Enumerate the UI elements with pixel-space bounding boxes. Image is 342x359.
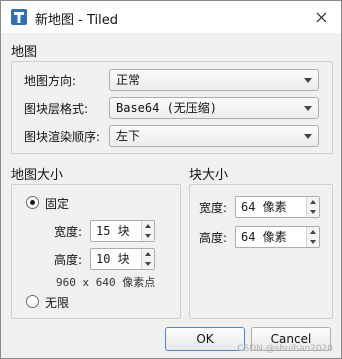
- tile-height-label: 高度:: [199, 231, 228, 245]
- render-order-label: 图块渲染顺序:: [24, 130, 101, 144]
- chevron-down-icon: [304, 134, 312, 139]
- orientation-value: 正常: [116, 73, 141, 87]
- orientation-label: 地图方向:: [24, 74, 77, 88]
- spin-buttons[interactable]: [306, 197, 319, 217]
- tile-width-spinbox[interactable]: 64 像素: [235, 196, 320, 218]
- radio-selected-dot: [30, 200, 35, 205]
- watermark: CSDN @shuibao2020: [237, 344, 333, 354]
- map-size-group: 固定 宽度: 15 块 高度: 10 块 960 x 640 像素点 无限: [11, 184, 181, 319]
- chevron-down-icon: [304, 106, 312, 111]
- spin-down-icon: [310, 240, 316, 244]
- tile-width-label: 宽度:: [199, 201, 228, 215]
- spin-down-icon: [310, 210, 316, 214]
- title-bar: 新地图 - Tiled: [1, 1, 341, 33]
- tiled-app-icon: [11, 9, 27, 25]
- tile-width-value: 64 像素: [241, 200, 287, 214]
- close-button[interactable]: [301, 1, 341, 33]
- chevron-down-icon: [304, 78, 312, 83]
- map-height-spinbox[interactable]: 10 块: [90, 248, 155, 270]
- spin-up-icon: [310, 230, 316, 234]
- orientation-select[interactable]: 正常: [109, 69, 319, 91]
- map-settings-group: 地图方向: 正常 图块层格式: Base64 (无压缩) 图块渲染顺序: 左下: [11, 61, 333, 154]
- map-height-label: 高度:: [54, 253, 83, 267]
- infinite-label: 无限: [45, 296, 70, 310]
- map-size-label: 地图大小: [11, 168, 64, 183]
- layer-format-select[interactable]: Base64 (无压缩): [109, 97, 319, 119]
- spin-up-icon: [310, 200, 316, 204]
- tile-size-group: 宽度: 64 像素 高度: 64 像素: [189, 184, 333, 319]
- map-section-label: 地图: [11, 45, 38, 60]
- map-height-value: 10 块: [96, 252, 130, 266]
- close-icon: [316, 12, 326, 22]
- tile-height-value: 64 像素: [241, 230, 287, 244]
- spin-buttons[interactable]: [141, 221, 154, 241]
- map-width-label: 宽度:: [54, 225, 83, 239]
- render-order-select[interactable]: 左下: [109, 125, 319, 147]
- layer-format-value: Base64 (无压缩): [116, 101, 218, 115]
- fixed-radio[interactable]: [26, 196, 39, 209]
- fixed-label: 固定: [45, 197, 70, 211]
- spin-down-icon: [145, 234, 151, 238]
- spin-up-icon: [145, 252, 151, 256]
- spin-up-icon: [145, 224, 151, 228]
- tile-size-label: 块大小: [189, 168, 229, 183]
- map-width-spinbox[interactable]: 15 块: [90, 220, 155, 242]
- tile-height-spinbox[interactable]: 64 像素: [235, 226, 320, 248]
- pixel-size-text: 960 x 640 像素点: [56, 276, 156, 289]
- spin-buttons[interactable]: [141, 249, 154, 269]
- ok-button[interactable]: OK: [165, 327, 245, 351]
- render-order-value: 左下: [116, 129, 141, 143]
- map-width-value: 15 块: [96, 224, 130, 238]
- infinite-radio[interactable]: [26, 295, 39, 308]
- layer-format-label: 图块层格式:: [24, 102, 89, 116]
- window-title: 新地图 - Tiled: [35, 13, 118, 28]
- spin-down-icon: [145, 262, 151, 266]
- spin-buttons[interactable]: [306, 227, 319, 247]
